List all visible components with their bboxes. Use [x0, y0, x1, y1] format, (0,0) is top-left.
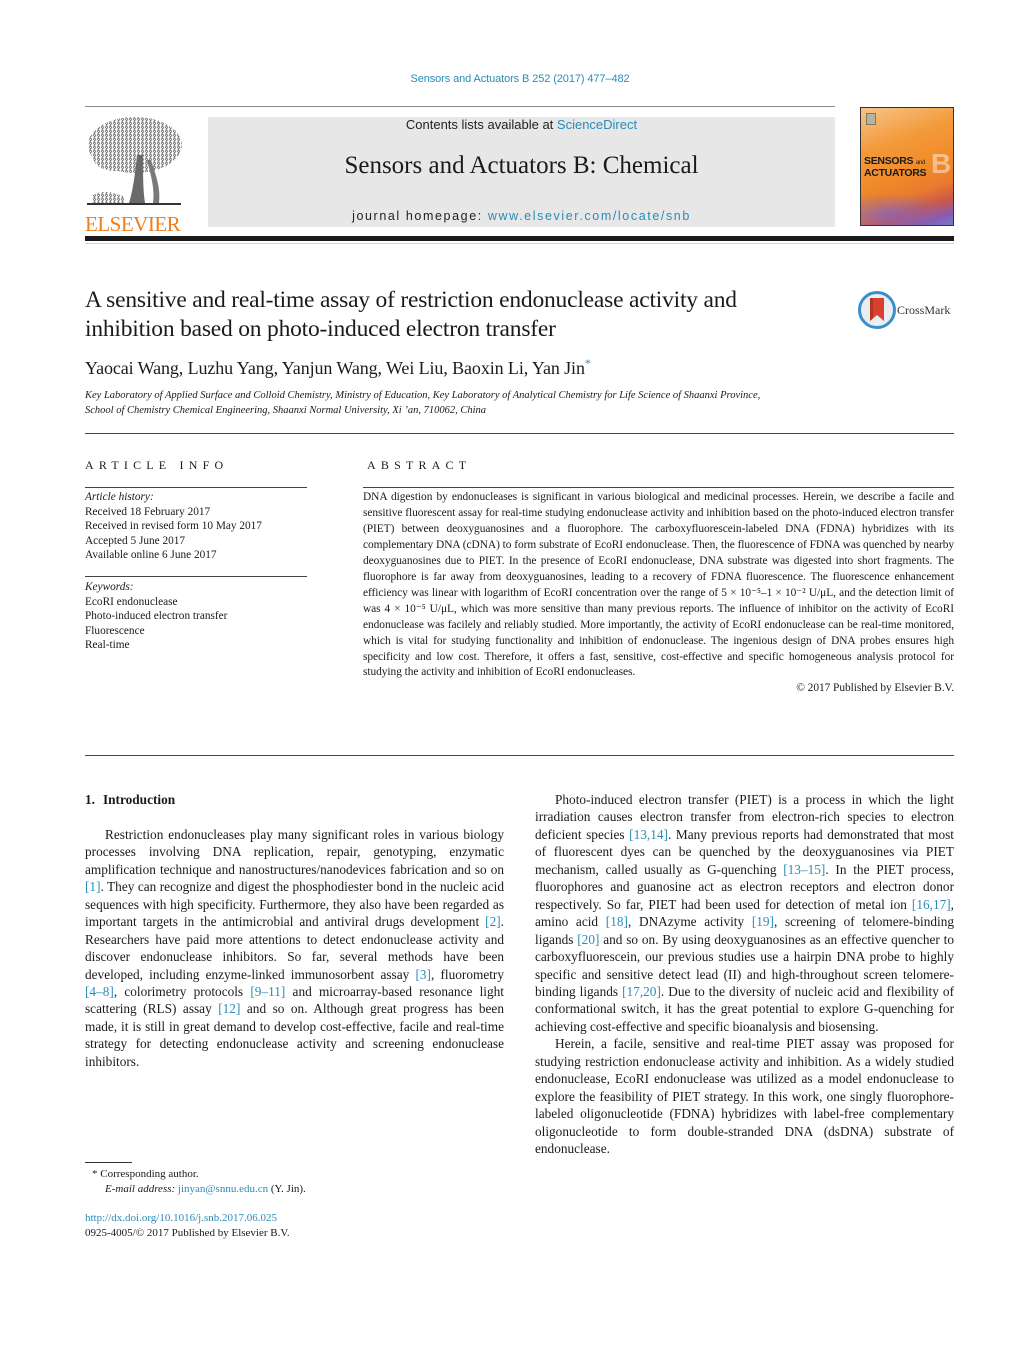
cover-letter: B	[931, 148, 952, 179]
header-thin-rule	[85, 243, 954, 244]
citation-link[interactable]: [20]	[577, 932, 599, 947]
email-label: E-mail address:	[105, 1183, 176, 1195]
email-footnote: E-mail address: jinyan@snnu.edu.cn (Y. J…	[92, 1182, 306, 1197]
cover-title-line1: SENSORS and	[864, 155, 925, 167]
affiliation-line-2: School of Chemistry Chemical Engineering…	[85, 404, 487, 416]
contents-prefix: Contents lists available at	[405, 117, 557, 132]
citation-link[interactable]: [16,17]	[912, 897, 951, 912]
crossmark-icon	[858, 291, 896, 329]
elsevier-tree-icon	[87, 117, 182, 205]
journal-banner: Contents lists available at ScienceDirec…	[208, 117, 835, 227]
section-divider-top	[85, 433, 954, 434]
keyword-item: EcoRI endonuclease	[85, 595, 178, 608]
cover-title-line2: ACTUATORS	[864, 167, 927, 179]
abstract-text: DNA digestion by endonucleases is signif…	[363, 491, 954, 679]
section-title: Introduction	[102, 792, 176, 807]
cover-artwork	[861, 193, 953, 225]
history-item: Accepted 5 June 2017	[85, 534, 186, 547]
homepage-link[interactable]: www.elsevier.com/locate/snb	[488, 209, 691, 223]
keywords-rule	[85, 576, 307, 577]
crossmark-button[interactable]: CrossMark	[858, 291, 958, 331]
journal-homepage: journal homepage: www.elsevier.com/locat…	[208, 209, 835, 223]
cover-sensors: SENSORS	[864, 155, 914, 167]
history-item: Available online 6 June 2017	[85, 549, 217, 561]
citation-link[interactable]: [9–11]	[250, 984, 285, 999]
citation-link[interactable]: [12]	[218, 1001, 240, 1016]
paragraph: Photo-induced electron transfer (PIET) i…	[535, 792, 954, 1034]
section-heading-introduction: 1. Introduction	[85, 791, 504, 808]
abstract: DNA digestion by endonucleases is signif…	[363, 490, 954, 697]
keyword-item: Real-time	[85, 639, 130, 651]
citation-link[interactable]: [19]	[752, 914, 774, 929]
abstract-copyright: © 2017 Published by Elsevier B.V.	[796, 682, 954, 695]
contents-line: Contents lists available at ScienceDirec…	[208, 117, 835, 132]
footnote-marker: *	[92, 1168, 98, 1180]
paragraph: Restriction endonucleases play many sign…	[85, 826, 504, 1069]
article-history: Article history: Received 18 February 20…	[85, 490, 262, 563]
author-list: Yaocai Wang, Luzhu Yang, Yanjun Wang, We…	[85, 356, 591, 379]
citation-link[interactable]: [17,20]	[622, 984, 661, 999]
header-thick-rule	[85, 236, 954, 241]
abstract-rule	[363, 487, 954, 488]
email-suffix: (Y. Jin).	[268, 1183, 306, 1195]
paragraph: Herein, a facile, sensitive and real-tim…	[535, 1036, 954, 1157]
history-item: Received in revised form 10 May 2017	[85, 520, 262, 532]
doi-block: http://dx.doi.org/10.1016/j.snb.2017.06.…	[85, 1211, 290, 1241]
article-info-heading: ARTICLE INFO	[85, 458, 229, 472]
citation-link[interactable]: [1]	[85, 879, 101, 894]
journal-cover[interactable]: B SENSORS and ACTUATORS	[860, 107, 954, 226]
keyword-item: Photo-induced electron transfer	[85, 610, 228, 622]
body-column-left: 1. Introduction Restriction endonucleases…	[85, 791, 504, 1070]
section-divider-bottom	[85, 755, 954, 756]
citation-link[interactable]: [2]	[485, 914, 501, 929]
abstract-heading: ABSTRACT	[367, 458, 472, 472]
history-item: Received 18 February 2017	[85, 505, 211, 518]
issn-line: 0925-4005/© 2017 Published by Elsevier B…	[85, 1227, 290, 1239]
cover-and: and	[915, 160, 925, 166]
affiliation-line-1: Key Laboratory of Applied Surface and Co…	[85, 390, 761, 401]
body-column-right: Photo-induced electron transfer (PIET) i…	[535, 791, 954, 1158]
footnote-rule	[85, 1162, 132, 1163]
citation-link[interactable]: [13–15]	[783, 862, 825, 877]
cover-elsevier-badge-icon	[866, 113, 876, 125]
corresponding-text: Corresponding author.	[100, 1168, 199, 1180]
homepage-prefix: journal homepage:	[352, 209, 488, 223]
citation-link[interactable]: [18]	[606, 914, 628, 929]
authors-names: Yaocai Wang, Luzhu Yang, Yanjun Wang, We…	[85, 358, 585, 378]
citation-link[interactable]: [3]	[415, 967, 431, 982]
running-head[interactable]: Sensors and Actuators B 252 (2017) 477–4…	[0, 73, 1020, 85]
affiliation: Key Laboratory of Applied Surface and Co…	[85, 389, 885, 418]
doi-link[interactable]: http://dx.doi.org/10.1016/j.snb.2017.06.…	[85, 1212, 277, 1224]
section-number: 1.	[85, 792, 95, 807]
keywords-label: Keywords:	[85, 581, 134, 593]
corresponding-footnote: * Corresponding author.	[92, 1167, 306, 1182]
footnotes: * Corresponding author. E-mail address: …	[92, 1167, 306, 1197]
journal-title: Sensors and Actuators B: Chemical	[344, 152, 699, 179]
sciencedirect-link[interactable]: ScienceDirect	[557, 117, 637, 132]
keywords: Keywords: EcoRI endonuclease Photo-induc…	[85, 580, 227, 653]
history-label: Article history:	[85, 491, 154, 503]
keyword-item: Fluorescence	[85, 624, 145, 637]
crossmark-label: CrossMark	[897, 303, 951, 317]
email-link[interactable]: jinyan@snnu.edu.cn	[178, 1183, 268, 1195]
header-rule	[85, 106, 835, 107]
elsevier-logo[interactable]: ELSEVIER	[85, 115, 185, 235]
elsevier-wordmark: ELSEVIER	[85, 212, 181, 236]
article-title: A sensitive and real-time assay of restr…	[85, 287, 737, 342]
citation-link[interactable]: [13,14]	[629, 827, 668, 842]
citation-link[interactable]: [4–8]	[85, 984, 114, 999]
article-info-rule	[85, 487, 307, 488]
corresponding-author-marker[interactable]: *	[585, 356, 591, 370]
